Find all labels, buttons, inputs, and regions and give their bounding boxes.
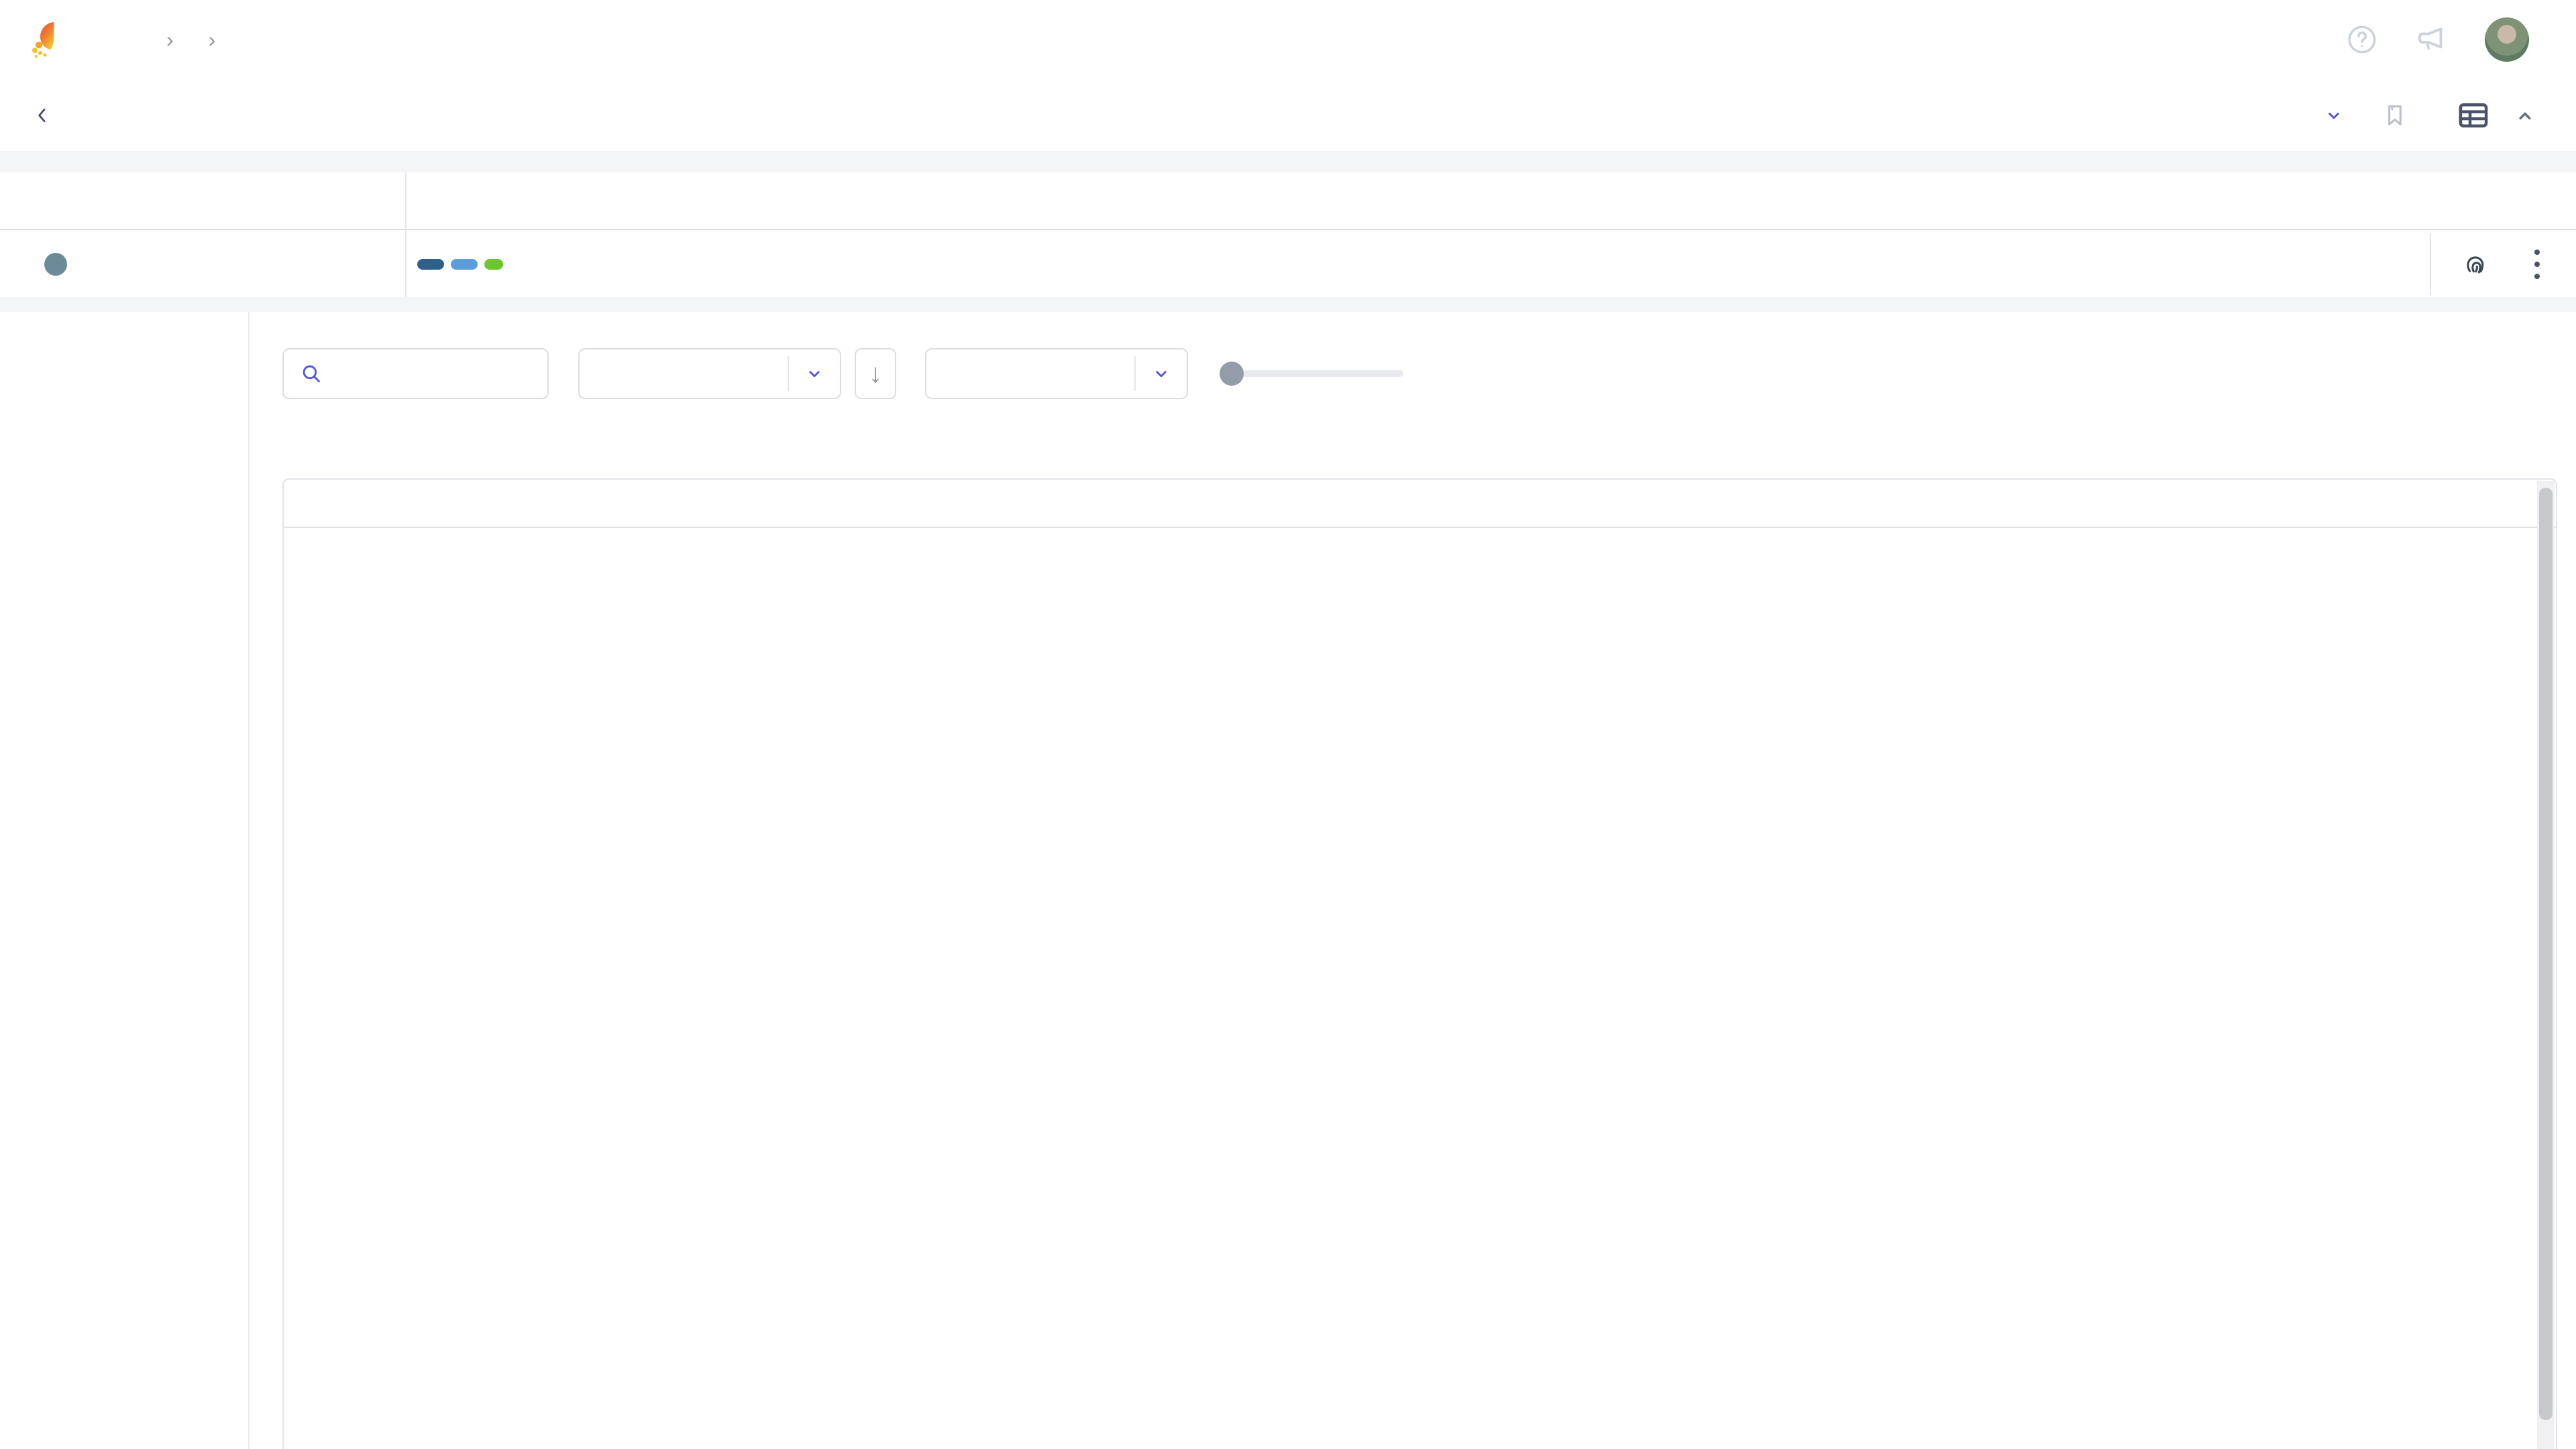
sort-direction-button[interactable]: ↓ [855,348,896,399]
column-divider [405,172,407,297]
scrollbar-thumb[interactable] [2539,488,2553,1420]
save-view-button[interactable] [2381,102,2418,129]
view-selector-dropdown[interactable] [2312,105,2344,125]
divider-band [0,151,2576,172]
search-input[interactable] [333,362,535,386]
experiment-tags [405,259,614,270]
step-slider[interactable] [1222,370,1403,377]
tag-more-pill[interactable] [484,259,503,270]
audio-table [282,478,2557,1449]
breadcrumb: › › [149,28,233,52]
reproduce-button[interactable] [2461,250,2501,279]
tag-pill[interactable] [451,259,478,270]
experiment-table-header [0,172,2576,230]
help-icon[interactable] [2345,23,2379,56]
chevron-down-icon [2324,105,2344,125]
experiment-toolbar [0,79,2576,151]
experiment-status-dot [44,253,67,276]
bookmark-icon [2381,102,2408,129]
search-input-box [282,348,549,399]
breadcrumb-separator: › [166,28,174,52]
chevron-down-icon [1151,364,1171,384]
chevron-down-icon [804,364,824,384]
back-chevron-icon [32,105,52,125]
return-to-project-button[interactable] [32,105,63,125]
tag-pill[interactable] [417,259,444,270]
avatar[interactable] [2485,17,2529,62]
experiment-row [0,231,2576,297]
audio-table-header [284,480,2556,528]
table-view-icon[interactable] [2455,97,2491,133]
experiment-sidebar [0,312,250,1449]
breadcrumb-separator: › [209,28,216,52]
comet-logo-icon [27,18,70,61]
sort-by-select[interactable] [578,348,841,399]
top-bar: › › [0,0,2576,79]
divider [2430,233,2431,295]
comet-logo[interactable] [27,18,79,61]
step-slider-handle[interactable] [1220,362,1244,386]
fingerprint-icon [2461,250,2490,279]
row-menu-kebab-icon[interactable] [2530,246,2544,283]
group-by-select[interactable] [925,348,1188,399]
collapse-chevron-icon[interactable] [2512,102,2538,129]
announcements-icon[interactable] [2414,21,2450,58]
table-scrollbar[interactable] [2537,481,2555,1449]
search-icon [300,362,323,385]
divider-band [0,297,2576,312]
